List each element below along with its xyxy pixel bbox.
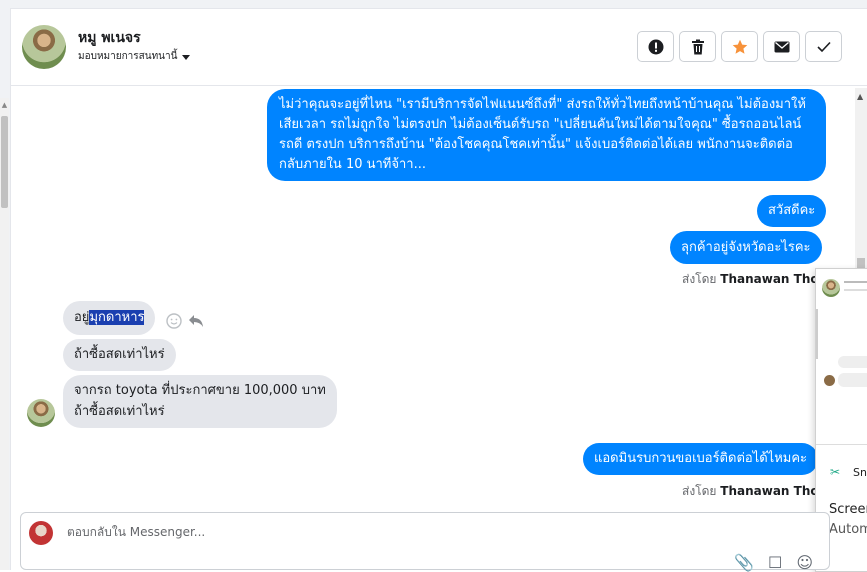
reply-input[interactable] (65, 524, 569, 540)
page-avatar (29, 521, 53, 545)
left-scrollbar[interactable]: ▲ (0, 98, 9, 570)
sent-by-label: ส่งโดย Thanawan Thon (682, 482, 827, 501)
assign-label: มอบหมายการสนทนานี้ (78, 51, 178, 62)
thumbnail-avatar (824, 375, 835, 386)
exclamation-circle-icon (648, 39, 663, 54)
reply-icon[interactable] (188, 314, 204, 328)
message-outgoing[interactable]: ไม่ว่าคุณจะอยู่ที่ไหน "เรามีบริการจัดไฟแ… (267, 89, 826, 181)
selected-text: ่มุกดาหาร (89, 310, 145, 325)
contact-avatar[interactable] (22, 25, 66, 69)
header-actions (637, 31, 842, 62)
message-outgoing[interactable]: ลุกค้าอยู่จังหวัดอะไรคะ (670, 231, 822, 264)
thumbnail-bubble (838, 356, 867, 368)
scroll-up-arrow-icon[interactable]: ▲ (0, 100, 9, 110)
star-icon (732, 39, 747, 54)
checkmark-icon (816, 41, 831, 52)
message-outgoing[interactable]: สวัสดีคะ (757, 195, 827, 227)
sent-by-name[interactable]: Thanawan Thon (720, 272, 827, 286)
message-incoming[interactable]: ถ้าซื้อสดเท่าไหร่ (63, 339, 176, 371)
thumbnail-avatar (822, 279, 840, 297)
thumbnail-divider (816, 309, 818, 359)
sent-by-label: ส่งโดย Thanawan Thon (682, 270, 827, 289)
snipping-tool-icon: ✂ (830, 465, 841, 479)
done-button[interactable] (805, 31, 842, 62)
attachment-icon[interactable]: 📎 (734, 553, 754, 572)
right-scrollbar[interactable]: ▲ (855, 88, 867, 268)
emoji-icon[interactable]: ☺ (796, 553, 813, 572)
message-text: อยู (74, 310, 90, 325)
mark-spam-button[interactable] (637, 31, 674, 62)
saved-replies-icon[interactable]: ☐ (768, 553, 782, 572)
caret-down-icon (182, 54, 191, 60)
contact-name[interactable]: หมู พเนจร (78, 27, 141, 49)
envelope-icon (774, 41, 789, 52)
composer-tools: 📎 ☐ ☺ (734, 553, 813, 572)
top-border (0, 0, 867, 9)
message-line: ถ้าซื้อสดเท่าไหร่ (74, 404, 165, 419)
thumbnail-bubble (838, 373, 867, 387)
contact-avatar-small[interactable] (27, 399, 55, 427)
sent-by-prefix: ส่งโดย (682, 272, 717, 286)
assign-conversation-dropdown[interactable]: มอบหมายการสนทนานี้ (78, 49, 191, 64)
scroll-up-arrow-icon[interactable]: ▲ (857, 92, 863, 101)
delete-button[interactable] (679, 31, 716, 62)
sent-by-prefix: ส่งโดย (682, 484, 717, 498)
conversation-header: หมู พเนจร มอบหมายการสนทนานี้ (10, 9, 867, 86)
message-line: จากรถ toyota ที่ประกาศขาย 100,000 บาท (74, 383, 326, 398)
message-outgoing[interactable]: แอดมินรบกวนขอเบอร์ติดต่อได้ไหมคะ (583, 443, 819, 475)
message-composer: 📎 ☐ ☺ (20, 512, 830, 572)
message-tools (166, 313, 204, 329)
star-button[interactable] (721, 31, 758, 62)
thumbnail-text-line (844, 289, 867, 291)
trash-icon (691, 39, 704, 54)
snipping-tool-label: Sn (853, 466, 867, 479)
left-scroll-thumb[interactable] (1, 116, 8, 208)
sent-by-name[interactable]: Thanawan Thon (720, 484, 827, 498)
right-scroll-thumb[interactable] (857, 258, 865, 268)
thumbnail-text-line (844, 281, 867, 283)
popup-divider (816, 444, 867, 445)
message-incoming[interactable]: อยู่มุกดาหาร (63, 301, 156, 335)
smiley-icon[interactable] (166, 313, 182, 329)
message-incoming[interactable]: จากรถ toyota ที่ประกาศขาย 100,000 บาท ถ้… (63, 375, 337, 428)
popup-subtitle: Autom (829, 522, 867, 537)
mark-unread-button[interactable] (763, 31, 800, 62)
popup-title: Screer (829, 502, 867, 517)
